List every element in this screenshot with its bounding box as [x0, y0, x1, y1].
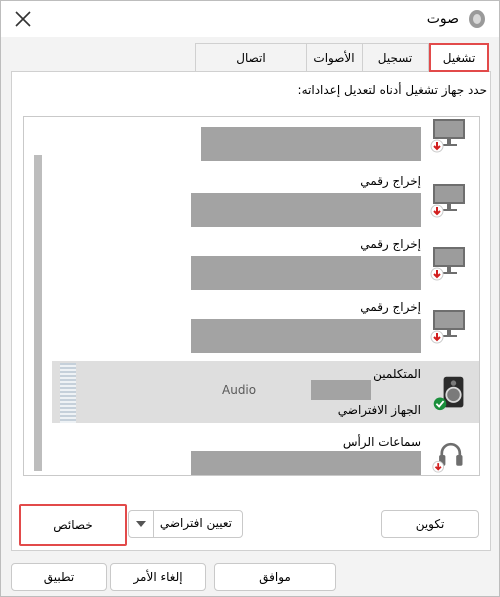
device-name-redaction [201, 127, 421, 161]
title-bar: صوت [1, 1, 499, 37]
device-item[interactable] [24, 117, 479, 169]
default-device-status: الجهاز الافتراضي [337, 403, 421, 417]
headphones-icon [432, 442, 463, 473]
ok-button[interactable]: موافق [214, 563, 336, 591]
device-description-redaction [311, 380, 371, 400]
speakers-icon [433, 376, 464, 411]
device-description-redaction [191, 451, 421, 475]
tab-recording[interactable]: تسجيل [361, 43, 429, 71]
properties-button[interactable]: خصائص [19, 504, 127, 546]
device-list[interactable]: إخراج رقمي إخراج رقمي إخراج رقمي المتكلم… [23, 116, 480, 476]
monitor-icon [430, 247, 465, 281]
apply-button[interactable]: تطبيق [11, 563, 107, 591]
device-description-redaction [191, 319, 421, 353]
tab-communications[interactable]: اتصال [195, 43, 307, 71]
set-default-split-button[interactable]: تعيين افتراضي [128, 510, 243, 538]
tab-playback[interactable]: تشغيل [429, 43, 489, 72]
device-description-redaction [191, 193, 421, 227]
sound-dialog: صوت تشغيل تسجيل الأصوات اتصال حدد جهاز ت… [0, 0, 500, 597]
tab-strip: تشغيل تسجيل الأصوات اتصال [11, 43, 489, 72]
device-name: المتكلمين [373, 367, 421, 381]
device-description-redaction [191, 256, 421, 290]
device-item[interactable]: إخراج رقمي [24, 172, 479, 232]
device-name: إخراج رقمي [360, 300, 421, 314]
monitor-icon [430, 119, 465, 153]
device-item[interactable]: إخراج رقمي [24, 235, 479, 295]
device-name: سماعات الرأس [342, 435, 421, 449]
device-name: إخراج رقمي [360, 237, 421, 251]
volume-meter [60, 363, 76, 423]
speaker-icon [469, 10, 485, 28]
device-description: Audio [222, 383, 257, 397]
tab-sounds[interactable]: الأصوات [305, 43, 363, 71]
configure-button[interactable]: تكوين [381, 510, 479, 538]
set-default-label: تعيين افتراضي [159, 516, 232, 530]
device-item-selected[interactable]: المتكلمين Audio الجهاز الافتراضي [52, 361, 479, 423]
monitor-icon [430, 184, 465, 218]
chevron-down-icon[interactable] [129, 511, 154, 537]
device-name: إخراج رقمي [360, 174, 421, 188]
close-icon[interactable] [11, 7, 35, 31]
title-area: صوت [427, 7, 487, 31]
cancel-button[interactable]: إلغاء الأمر [110, 563, 206, 591]
monitor-icon [430, 310, 465, 344]
window-title: صوت [426, 11, 459, 27]
device-item[interactable]: إخراج رقمي [24, 298, 479, 358]
device-item[interactable]: سماعات الرأس [24, 429, 479, 475]
instruction-text: حدد جهاز تشغيل أدناه لتعديل إعداداته: [297, 83, 487, 97]
